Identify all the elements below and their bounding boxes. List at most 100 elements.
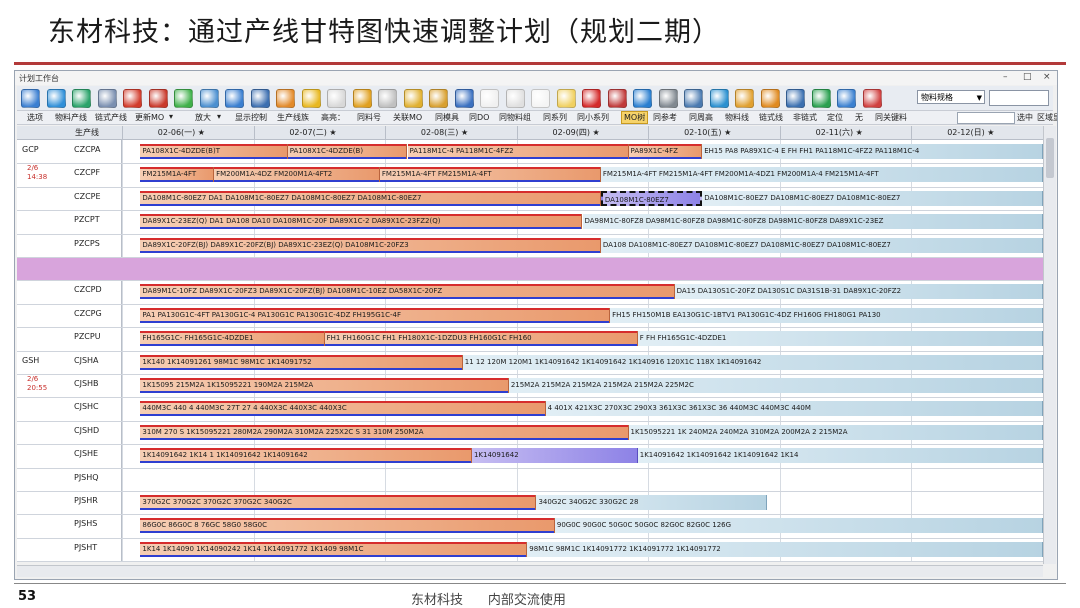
horizontal-scrollbar[interactable] [17,565,1043,577]
zoom-icon[interactable] [97,89,117,108]
line-label[interactable]: PZCPT [74,215,100,224]
order-bar[interactable]: DA108 DA108M1C-80EZ7 DA108M1C-80EZ7 DA10… [600,237,1043,253]
order-bar[interactable]: DA98M1C-80FZ8 DA98M1C-80FZ8 DA98M1C-80FZ… [582,214,1043,230]
line-label[interactable]: CJSHC [74,402,99,411]
order-bar[interactable]: 440M3C 440 4 440M3C 27T 27 4 440X3C 440X… [140,401,546,417]
order-bar[interactable]: FM200M1A-4DZ FM200M1A-4FT2 [214,167,380,183]
order-bar[interactable]: DA108M1C-80EZ7 DA1 DA108M1C-80EZ7 DA108M… [140,190,601,206]
toolbar2-item[interactable]: 选项 [27,112,43,123]
order-bar[interactable]: DA89X1C-20FZ(BJ) DA89X1C-20FZ(BJ) DA89X1… [140,237,601,253]
toolbar2-item[interactable]: 同系列 [543,112,567,123]
order-bar[interactable]: DA89M1C-10FZ DA89X1C-20FZ3 DA89X1C-20FZ(… [140,284,675,300]
order-bar[interactable]: 1K15095 215M2A 1K15095221 190M2A 215M2A [140,378,509,393]
key-icon[interactable] [403,89,423,108]
order-bar[interactable]: DA108M1C-80EZ7 DA108M1C-80EZ7 DA108M1C-8… [702,190,1043,206]
order-bar[interactable]: 340G2C 340G2C 330G2C 28 [536,495,767,510]
order-bar[interactable]: PA89X1C-4FZ [628,144,703,159]
order-bar[interactable]: DA15 DA130S1C-20FZ DA130S1C DA31S1B-31 D… [674,284,1043,300]
line-label[interactable]: PJSHT [74,543,97,552]
line-label[interactable]: PZCPU [74,332,101,341]
order-bar[interactable]: PA108X1C-4DZDE(B) [287,144,408,159]
toolbar2-item[interactable]: 显示控制 [235,112,267,123]
line-label[interactable]: PJSHQ [74,473,99,482]
order-bar[interactable]: 4 401X 421X3C 270X3C 290X3 361X3C 361X3C… [545,401,1043,417]
order-bar[interactable]: 86G0C 86G0C 8 76GC 58G0 58G0C [140,518,555,534]
line-label[interactable]: CZCPD [74,285,102,294]
transfer-icon[interactable] [735,89,754,108]
toolbar2-item[interactable]: 同模具 [435,112,459,123]
toolbar2-item[interactable]: 同周高 [689,112,713,123]
calculator-icon[interactable] [658,89,678,108]
minimize-icon[interactable]: – [1003,72,1008,82]
toolbar2-item[interactable]: 生产线族 [277,112,309,123]
add-icon[interactable] [174,89,193,108]
order-bar[interactable]: FM215M1A-4FT [140,167,215,183]
toolbar2-item[interactable]: 同DO [469,112,489,123]
vertical-scrollbar[interactable] [1043,126,1056,564]
save-icon[interactable] [786,89,805,108]
brush-icon[interactable] [327,89,346,108]
line-label[interactable]: CZCPA [74,145,100,154]
bars-icon[interactable] [199,89,219,108]
line-label[interactable]: CZCPG [74,309,102,318]
order-bar[interactable]: PA1 PA130G1C-4FT PA130G1C-4 PA130G1C PA1… [140,307,611,323]
line-label[interactable]: CZCPE [74,192,101,201]
cube-icon[interactable] [633,89,652,108]
search-input[interactable] [989,90,1049,106]
settings-icon[interactable] [607,89,627,108]
spec-select[interactable]: 物料规格 ▼ [917,90,985,104]
pencil-icon[interactable] [301,89,321,108]
recycle-icon[interactable] [72,89,91,108]
toolbar2-item[interactable]: 非链式 [793,112,817,123]
order-bar[interactable]: FM215M1A-4FT FM215M1A-4FT [379,167,601,183]
order-bar[interactable]: 1K14091642 [471,448,638,464]
order-bar[interactable]: EH15 PA8 PA89X1C-4 E FH FH1 PA118M1C-4FZ… [702,144,1043,159]
clock-icon[interactable] [505,89,525,108]
order-bar[interactable]: DA89X1C-23EZ(Q) DA1 DA108 DA10 DA108M1C-… [140,214,583,230]
order-bar[interactable]: FM215M1A-4FT FM215M1A-4FT FM200M1A-4DZ1 … [600,167,1043,183]
toolbar2-item[interactable]: 区域显示 [1037,112,1057,123]
scale-icon[interactable] [684,89,703,108]
order-bar[interactable]: 1K14 1K14090 1K14090242 1K14 1K14091772 … [140,541,528,557]
link-icon[interactable] [250,89,270,108]
order-bar[interactable]: 215M2A 215M2A 215M2A 215M2A 215M2A 225M2… [508,378,1043,393]
order-bar[interactable]: 1K14091642 1K14 1 1K14091642 1K14091642 [140,448,472,464]
line-label[interactable]: PZCPS [74,239,100,248]
globe-icon[interactable] [46,89,66,108]
order-bar[interactable]: FH15 FH150M1B EA130G1C-1BTV1 PA130G1C-4D… [610,307,1043,323]
order-bar[interactable]: FH1 FH160G1C FH1 FH180X1C-1DZDU3 FH160G1… [324,331,638,347]
toolbar2-item[interactable]: 同物料组 [499,112,531,123]
toolbar2-item[interactable]: 定位 [827,112,843,123]
help-icon[interactable] [862,89,882,108]
order-bar[interactable]: 310M 270 S 1K15095221 280M2A 290M2A 310M… [140,424,629,440]
line-label[interactable]: CJSHA [74,356,99,365]
toolbar2-item[interactable]: 选中 [1017,112,1033,123]
toolbar2-item[interactable]: 同参考 [653,112,677,123]
line-label[interactable]: CJSHE [74,449,98,458]
undo-icon[interactable] [276,89,295,108]
order-bar[interactable]: 11 12 120M 120M1 1K14091642 1K14091642 1… [462,354,1043,370]
palette-icon[interactable] [709,89,729,108]
refresh-icon[interactable] [21,89,40,108]
line-label[interactable]: CJSHD [74,426,99,435]
order-bar[interactable]: 1K14091642 1K14091642 1K14091642 1K14 [637,448,1043,464]
toolbar2-item[interactable]: 同料号 [357,112,381,123]
toolbar2-item[interactable]: 更新MO [135,112,164,123]
folder-icon[interactable] [454,89,474,108]
order-bar[interactable]: PA108X1C-4DZDE(B)T [140,144,288,159]
toolbar2-item[interactable]: 关联MO [393,112,422,123]
monitor-icon[interactable] [837,89,856,108]
order-bar[interactable]: 98M1C 98M1C 1K14091772 1K14091772 1K1409… [527,541,1043,557]
toolbar2-item[interactable]: 放大 [195,112,211,123]
scroll-thumb[interactable] [1046,138,1054,178]
delete-icon[interactable] [582,89,601,108]
box-icon[interactable] [148,89,168,108]
selection-input[interactable] [957,112,1015,124]
toolbar2-item[interactable]: ▾ [169,112,173,121]
line-label[interactable]: PJSHS [74,519,97,528]
swap-icon[interactable] [225,89,244,108]
toolbar2-item[interactable]: 物料线 [725,112,749,123]
order-bar[interactable]: 90G0C 90G0C 50G0C 50G0C 82G0C 82G0C 126G [554,518,1043,534]
order-bar[interactable]: 370G2C 370G2C 370G2C 370G2C 340G2C [140,495,537,510]
toolbar2-item[interactable]: 同关键料 [875,112,907,123]
